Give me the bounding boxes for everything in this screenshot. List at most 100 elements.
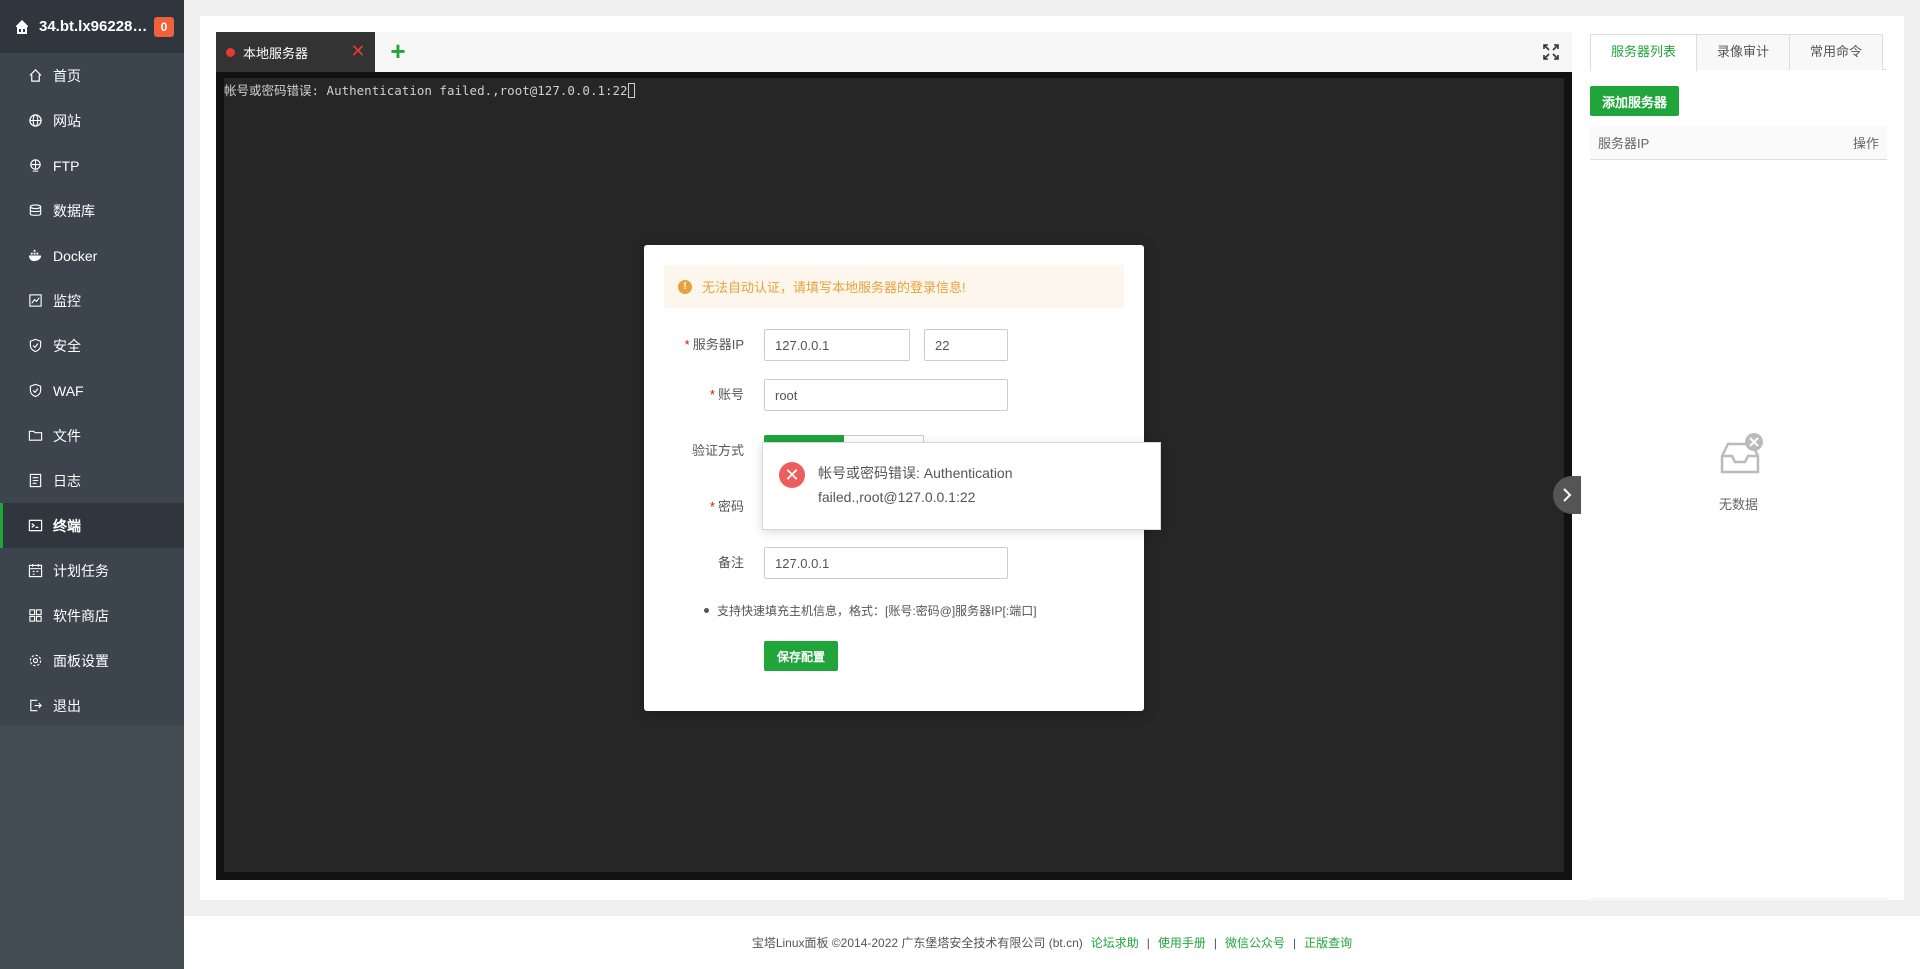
docker-icon: [27, 248, 43, 264]
sidebar-item-docker[interactable]: Docker: [0, 233, 184, 278]
add-server-button[interactable]: 添加服务器: [1590, 86, 1680, 116]
sidebar-item-waf[interactable]: WAF: [0, 368, 184, 413]
side-panel-tabs: 服务器列表 录像审计 常用命令: [1590, 34, 1887, 71]
footer: 宝塔Linux面板 ©2014-2022 广东堡塔安全技术有限公司 (bt.cn…: [184, 916, 1920, 969]
ftp-icon: [27, 158, 43, 174]
sidebar-menu: 首页 网站 FTP 数据库 Docker 监控 安全 WAF 文件 日志 终端 …: [0, 53, 184, 728]
status-dot-icon: [226, 47, 235, 57]
quick-fill-tip: 支持快速填充主机信息，格式：[账号:密码@]服务器IP[:端口]: [704, 602, 1037, 619]
waf-shield-icon: [27, 383, 43, 399]
notification-badge[interactable]: 0: [154, 16, 174, 37]
sidebar-item-label: 安全: [53, 337, 81, 354]
tab-common-commands[interactable]: 常用命令: [1789, 34, 1884, 70]
tab-server-list[interactable]: 服务器列表: [1590, 34, 1698, 71]
terminal-tab-label: 本地服务器: [243, 45, 309, 61]
sidebar-item-website[interactable]: 网站: [0, 98, 184, 143]
form-row-account: * 账号: [644, 379, 1144, 411]
sidebar-item-label: 文件: [53, 427, 81, 444]
server-side-panel: 服务器列表 录像审计 常用命令 添加服务器 服务器IP 操作 无数据: [1590, 34, 1887, 900]
monitor-icon: [27, 293, 43, 309]
save-config-button[interactable]: 保存配置: [764, 641, 838, 671]
folder-icon: [27, 428, 43, 444]
wechat-link[interactable]: 微信公众号: [1225, 934, 1285, 951]
error-icon: ✕: [779, 462, 805, 488]
column-server-ip: 服务器IP: [1598, 136, 1650, 151]
sidebar-item-security[interactable]: 安全: [0, 323, 184, 368]
log-icon: [27, 473, 43, 489]
apps-icon: [27, 608, 43, 624]
sidebar: 34.bt.lx96228.c... 0 首页 网站 FTP 数据库 Docke…: [0, 0, 184, 969]
server-ip-input[interactable]: [764, 329, 910, 361]
sidebar-item-monitor[interactable]: 监控: [0, 278, 184, 323]
sidebar-item-label: FTP: [53, 157, 80, 174]
error-message: 帐号或密码错误: Authentication failed.,root@127…: [818, 465, 1013, 505]
close-tab-icon[interactable]: ✕: [349, 42, 367, 60]
sidebar-item-label: Docker: [53, 247, 98, 264]
remark-label: 备注: [717, 555, 744, 570]
sidebar-item-label: 面板设置: [53, 652, 109, 669]
sidebar-item-ftp[interactable]: FTP: [0, 143, 184, 188]
sidebar-item-label: 日志: [53, 472, 81, 489]
sidebar-item-home[interactable]: 首页: [0, 53, 184, 98]
sidebar-item-label: 计划任务: [53, 562, 109, 579]
sidebar-item-settings[interactable]: 面板设置: [0, 638, 184, 683]
terminal-icon: [27, 518, 43, 534]
terminal-output-line: 帐号或密码错误: Authentication failed.,root@127…: [224, 80, 1564, 99]
sidebar-filler: [0, 725, 184, 969]
license-check-link[interactable]: 正版查询: [1304, 934, 1352, 951]
tab-recording-audit[interactable]: 录像审计: [1696, 34, 1791, 70]
sidebar-item-terminal[interactable]: 终端: [0, 503, 184, 548]
terminal-cursor: [627, 83, 635, 98]
sidebar-item-label: 退出: [53, 697, 81, 714]
logout-icon: [27, 698, 43, 714]
chevron-right-icon: [1563, 488, 1572, 502]
sidebar-item-cron[interactable]: 计划任务: [0, 548, 184, 593]
sidebar-item-logout[interactable]: 退出: [0, 683, 184, 728]
warning-icon: !: [678, 279, 692, 294]
server-host[interactable]: 34.bt.lx96228.c...: [39, 18, 150, 35]
fullscreen-icon[interactable]: [1542, 43, 1560, 61]
sidebar-item-label: 网站: [53, 112, 81, 129]
sidebar-item-label: WAF: [53, 382, 84, 399]
sidebar-item-label: 数据库: [53, 202, 95, 219]
form-row-remark: 备注: [644, 547, 1144, 579]
account-input[interactable]: [764, 379, 1008, 411]
database-icon: [27, 203, 43, 219]
add-tab-icon[interactable]: +: [384, 38, 412, 66]
bt-logo-icon: [13, 18, 31, 36]
calendar-icon: [27, 563, 43, 579]
sidebar-item-files[interactable]: 文件: [0, 413, 184, 458]
sidebar-item-logs[interactable]: 日志: [0, 458, 184, 503]
manual-link[interactable]: 使用手册: [1158, 934, 1206, 951]
password-label: * 密码: [709, 499, 744, 514]
remark-input[interactable]: [764, 547, 1008, 579]
separator: |: [1146, 935, 1150, 950]
empty-state-text: 无数据: [1718, 497, 1758, 512]
warning-text: 无法自动认证，请填写本地服务器的登录信息!: [702, 280, 966, 295]
form-row-server-ip: * 服务器IP: [644, 329, 1144, 361]
gear-icon: [27, 653, 43, 669]
account-label: * 账号: [709, 387, 744, 402]
home-icon: [27, 68, 43, 84]
terminal-tab-local-server[interactable]: 本地服务器 ✕: [216, 32, 375, 72]
forum-link[interactable]: 论坛求助: [1091, 934, 1139, 951]
separator: |: [1213, 935, 1218, 950]
shield-icon: [27, 338, 43, 354]
server-ip-label: * 服务器IP: [684, 337, 744, 352]
warning-notice: ! 无法自动认证，请填写本地服务器的登录信息!: [664, 265, 1124, 308]
divider: [1590, 898, 1887, 899]
sidebar-item-label: 首页: [53, 67, 81, 84]
sidebar-item-label: 终端: [53, 517, 81, 534]
separator: |: [1293, 935, 1297, 950]
terminal-tab-bar: 本地服务器 ✕ +: [216, 32, 1572, 72]
sidebar-item-label: 软件商店: [53, 607, 109, 624]
server-table-header: 服务器IP 操作: [1590, 126, 1887, 160]
copyright-text: 宝塔Linux面板 ©2014-2022 广东堡塔安全技术有限公司 (bt.cn…: [751, 936, 1083, 950]
auth-method-label: 验证方式: [691, 443, 744, 458]
globe-icon: [27, 113, 43, 129]
sidebar-header: 34.bt.lx96228.c... 0: [0, 0, 184, 53]
port-input[interactable]: [924, 329, 1008, 361]
sidebar-item-database[interactable]: 数据库: [0, 188, 184, 233]
sidebar-item-store[interactable]: 软件商店: [0, 593, 184, 638]
error-toast: ✕ 帐号或密码错误: Authentication failed.,root@1…: [762, 442, 1161, 530]
